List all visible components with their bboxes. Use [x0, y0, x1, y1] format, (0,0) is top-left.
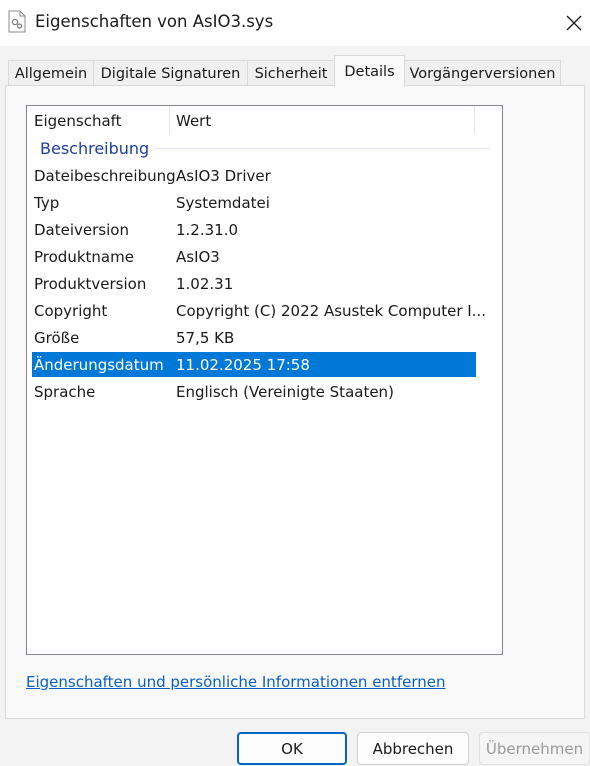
column-divider[interactable] [474, 106, 475, 134]
table-row[interactable]: Produktversion 1.02.31 [32, 271, 476, 296]
cancel-button[interactable]: Abbrechen [357, 732, 469, 765]
window-title: Eigenschaften von AsIO3.sys [35, 12, 274, 31]
property-name: Typ [34, 194, 60, 212]
details-list[interactable]: Eigenschaft Wert Beschreibung Dateibesch… [26, 105, 503, 655]
property-value: 1.02.31 [176, 275, 234, 293]
property-name: Copyright [34, 302, 108, 320]
list-header: Eigenschaft Wert [27, 106, 502, 134]
property-name: Dateibeschreibung [34, 167, 176, 185]
property-value: Englisch (Vereinigte Staaten) [176, 383, 394, 401]
group-divider [155, 148, 491, 149]
tab-sicherheit[interactable]: Sicherheit [247, 60, 335, 86]
property-name: Änderungsdatum [34, 356, 164, 374]
column-header-value[interactable]: Wert [176, 112, 211, 130]
apply-button[interactable]: Übernehmen [479, 732, 590, 765]
remove-properties-link[interactable]: Eigenschaften und persönliche Informatio… [26, 673, 445, 691]
table-row[interactable]: Dateibeschreibung AsIO3 Driver [32, 163, 476, 188]
property-value: AsIO3 Driver [176, 167, 271, 185]
close-button[interactable] [560, 8, 588, 38]
table-row[interactable]: Dateiversion 1.2.31.0 [32, 217, 476, 242]
property-name: Produktname [34, 248, 134, 266]
ok-button[interactable]: OK [237, 732, 347, 765]
property-value: AsIO3 [176, 248, 220, 266]
property-name: Größe [34, 329, 80, 347]
table-row[interactable]: Typ Systemdatei [32, 190, 476, 215]
table-row[interactable]: Produktname AsIO3 [32, 244, 476, 269]
group-header: Beschreibung [27, 136, 502, 160]
group-label: Beschreibung [40, 139, 150, 158]
tab-allgemein[interactable]: Allgemein [8, 60, 94, 86]
column-header-property[interactable]: Eigenschaft [34, 112, 122, 130]
table-row-selected[interactable]: Änderungsdatum 11.02.2025 17:58 [32, 352, 476, 377]
property-value: Systemdatei [176, 194, 270, 212]
system-file-icon [8, 10, 26, 33]
table-row[interactable]: Copyright Copyright (C) 2022 Asustek Com… [32, 298, 486, 323]
property-name: Sprache [34, 383, 96, 401]
property-value: 11.02.2025 17:58 [176, 356, 310, 374]
property-value: 1.2.31.0 [176, 221, 239, 239]
tab-details[interactable]: Details [334, 55, 405, 87]
property-value: Copyright (C) 2022 Asustek Computer I... [176, 302, 486, 320]
close-icon [566, 15, 582, 31]
tab-strip: Allgemein Digitale Signaturen Sicherheit… [0, 46, 590, 87]
property-name: Produktversion [34, 275, 147, 293]
property-name: Dateiversion [34, 221, 129, 239]
table-row[interactable]: Größe 57,5 KB [32, 325, 476, 350]
property-value: 57,5 KB [176, 329, 235, 347]
title-bar: Eigenschaften von AsIO3.sys [0, 0, 590, 46]
tab-vorgaengerversionen[interactable]: Vorgängerversionen [404, 60, 561, 86]
table-row[interactable]: Sprache Englisch (Vereinigte Staaten) [32, 379, 476, 404]
column-divider[interactable] [169, 106, 170, 134]
tab-digitale-signaturen[interactable]: Digitale Signaturen [93, 60, 248, 86]
